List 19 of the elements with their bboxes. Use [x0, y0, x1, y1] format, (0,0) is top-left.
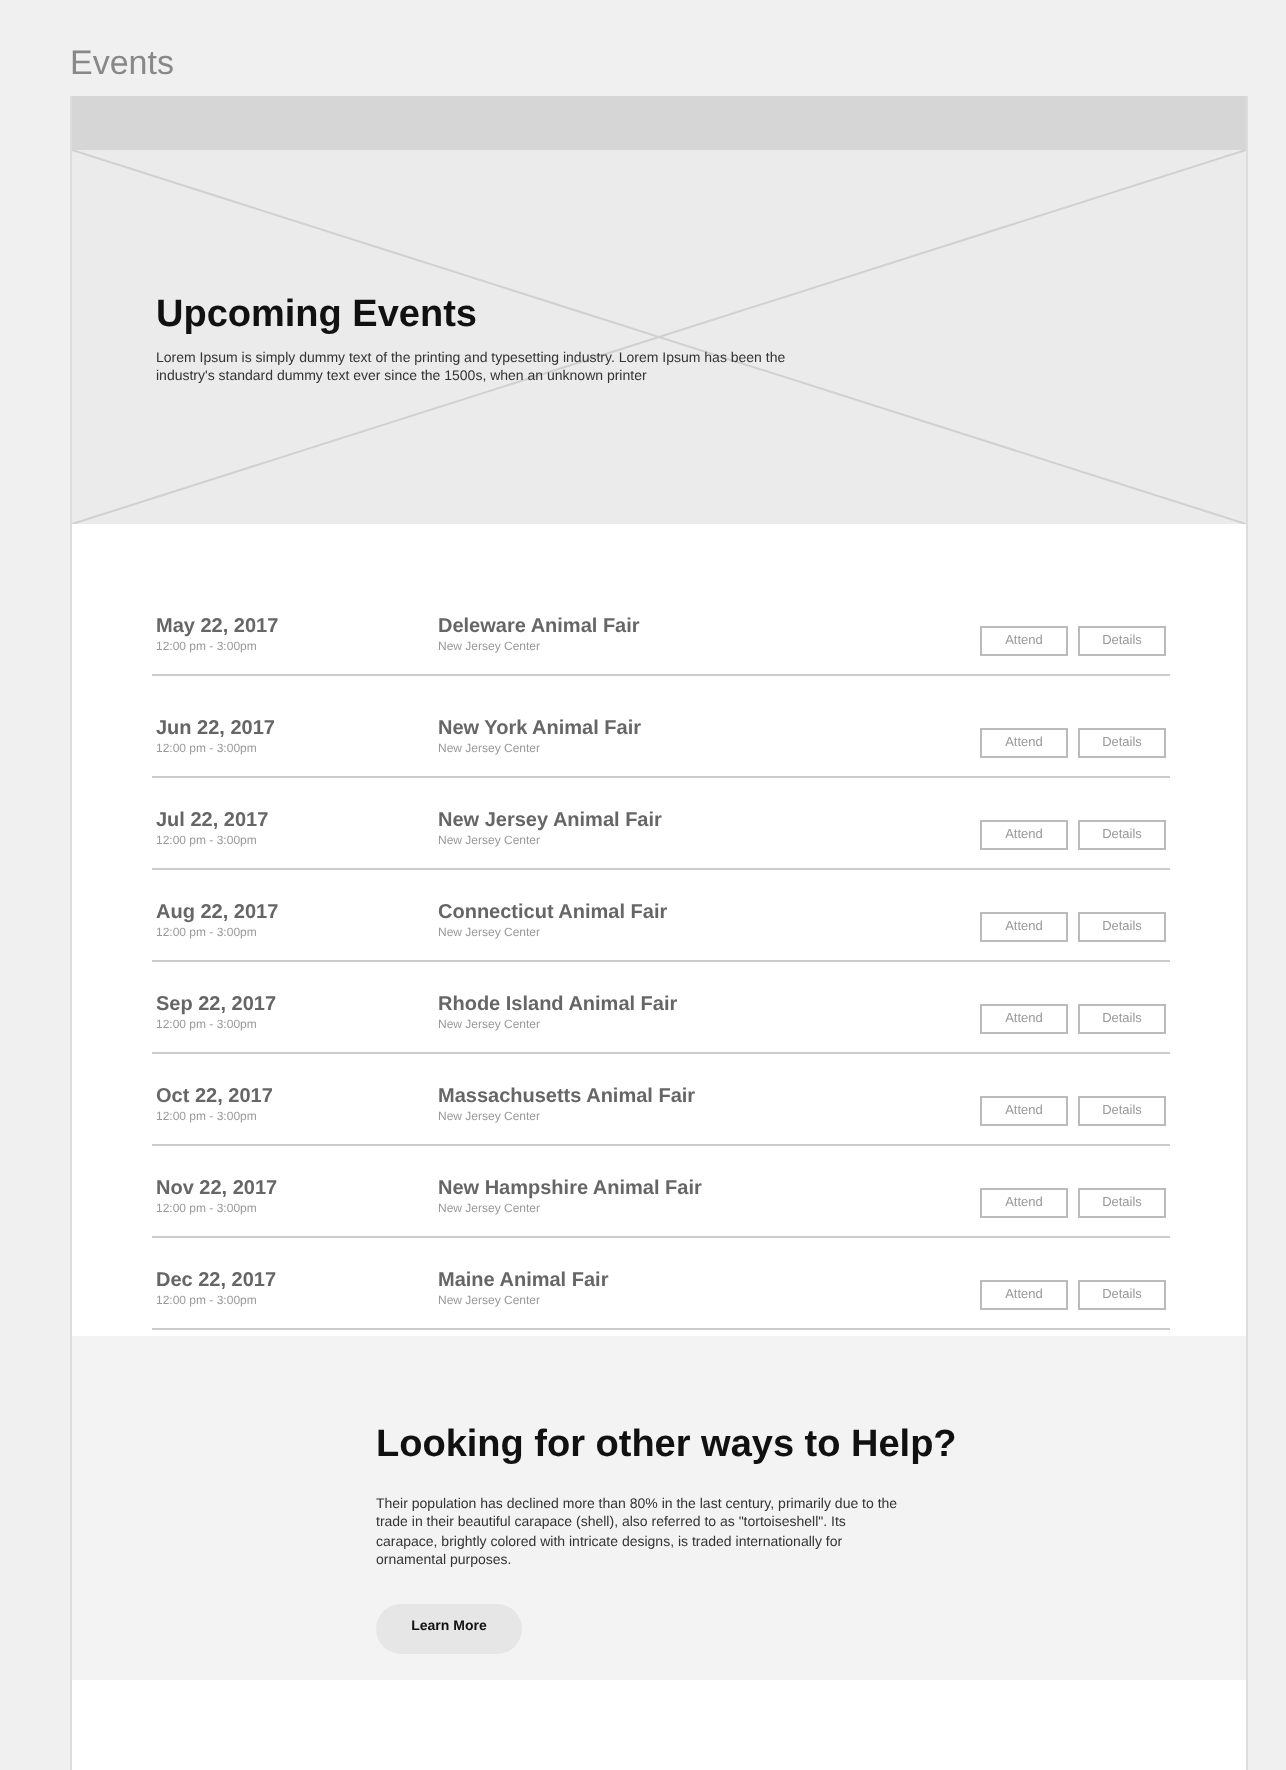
event-title: Maine Animal Fair — [438, 1269, 611, 1293]
event-title: New York Animal Fair — [438, 717, 644, 741]
event-title: Massachusetts Animal Fair — [438, 1085, 698, 1109]
event-title: Deleware Animal Fair — [438, 615, 642, 639]
event-date: Oct 22, 2017 — [156, 1085, 275, 1109]
help-title: Looking for other ways to Help? — [376, 1424, 959, 1470]
event-date: Aug 22, 2017 — [156, 901, 281, 925]
event-title: New Jersey Animal Fair — [438, 809, 664, 833]
event-date: Dec 22, 2017 — [156, 1269, 279, 1293]
event-date: May 22, 2017 — [156, 615, 281, 639]
event-title: New Hampshire Animal Fair — [438, 1177, 704, 1201]
event-date: Jun 22, 2017 — [156, 717, 277, 741]
event-title: Rhode Island Animal Fair — [438, 993, 680, 1017]
event-date: Sep 22, 2017 — [156, 993, 279, 1017]
event-title: Connecticut Animal Fair — [438, 901, 670, 925]
page-title: Events — [68, 42, 176, 86]
hero-title: Upcoming Events — [156, 294, 479, 340]
event-date: Nov 22, 2017 — [156, 1177, 280, 1201]
event-date: Jul 22, 2017 — [156, 809, 271, 833]
